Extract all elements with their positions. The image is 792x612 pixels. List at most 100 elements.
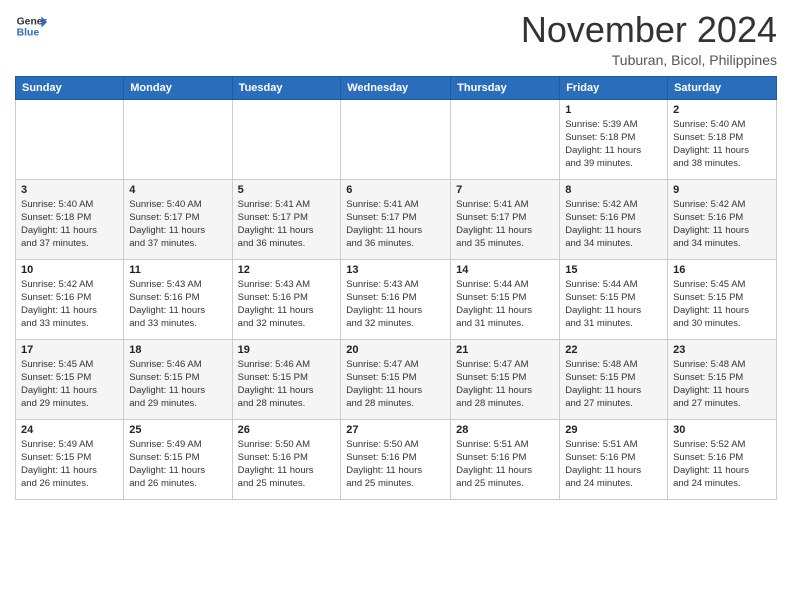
calendar-cell (341, 99, 451, 179)
day-info: Sunrise: 5:46 AM Sunset: 5:15 PM Dayligh… (129, 358, 226, 411)
day-info: Sunrise: 5:51 AM Sunset: 5:16 PM Dayligh… (565, 438, 662, 491)
week-row-5: 24 Sunrise: 5:49 AM Sunset: 5:15 PM Dayli… (16, 419, 777, 499)
calendar-cell: 15 Sunrise: 5:44 AM Sunset: 5:15 PM Dayli… (560, 259, 668, 339)
day-number: 25 (129, 424, 226, 436)
calendar-cell (232, 99, 341, 179)
day-number: 6 (346, 184, 445, 196)
week-row-1: 1 Sunrise: 5:39 AM Sunset: 5:18 PM Daylig… (16, 99, 777, 179)
calendar-cell: 13 Sunrise: 5:43 AM Sunset: 5:16 PM Dayli… (341, 259, 451, 339)
calendar-cell: 16 Sunrise: 5:45 AM Sunset: 5:15 PM Dayli… (668, 259, 777, 339)
day-number: 28 (456, 424, 554, 436)
calendar-cell: 1 Sunrise: 5:39 AM Sunset: 5:18 PM Daylig… (560, 99, 668, 179)
calendar-cell: 19Sunrise: 5:46 AM Sunset: 5:15 PM Dayli… (232, 339, 341, 419)
col-header-thursday: Thursday (451, 76, 560, 99)
calendar-cell (451, 99, 560, 179)
month-title: November 2024 (521, 10, 777, 50)
day-number: 20 (346, 344, 445, 356)
day-number: 19 (238, 344, 336, 356)
day-info: Sunrise: 5:43 AM Sunset: 5:16 PM Dayligh… (238, 278, 336, 331)
day-number: 3 (21, 184, 118, 196)
header: General Blue November 2024 Tuburan, Bico… (15, 10, 777, 68)
day-number: 7 (456, 184, 554, 196)
page: General Blue November 2024 Tuburan, Bico… (0, 0, 792, 612)
day-info: Sunrise: 5:40 AM Sunset: 5:17 PM Dayligh… (129, 198, 226, 251)
day-info: Sunrise: 5:41 AM Sunset: 5:17 PM Dayligh… (346, 198, 445, 251)
calendar-cell: 10 Sunrise: 5:42 AM Sunset: 5:16 PM Dayli… (16, 259, 124, 339)
day-number: 1 (565, 104, 662, 116)
logo-icon: General Blue (15, 10, 47, 42)
day-info: Sunrise: 5:48 AM Sunset: 5:15 PM Dayligh… (673, 358, 771, 411)
calendar-cell: 11Sunrise: 5:43 AM Sunset: 5:16 PM Dayli… (124, 259, 232, 339)
day-info: Sunrise: 5:42 AM Sunset: 5:16 PM Dayligh… (21, 278, 118, 331)
logo: General Blue (15, 10, 47, 42)
col-header-sunday: Sunday (16, 76, 124, 99)
day-number: 8 (565, 184, 662, 196)
calendar-cell: 18 Sunrise: 5:46 AM Sunset: 5:15 PM Dayli… (124, 339, 232, 419)
day-info: Sunrise: 5:43 AM Sunset: 5:16 PM Dayligh… (129, 278, 226, 331)
calendar-header-row: SundayMondayTuesdayWednesdayThursdayFrid… (16, 76, 777, 99)
day-number: 16 (673, 264, 771, 276)
calendar-cell: 17 Sunrise: 5:45 AM Sunset: 5:15 PM Dayli… (16, 339, 124, 419)
col-header-friday: Friday (560, 76, 668, 99)
day-info: Sunrise: 5:42 AM Sunset: 5:16 PM Dayligh… (673, 198, 771, 251)
day-info: Sunrise: 5:48 AM Sunset: 5:15 PM Dayligh… (565, 358, 662, 411)
day-number: 10 (21, 264, 118, 276)
day-number: 9 (673, 184, 771, 196)
day-info: Sunrise: 5:41 AM Sunset: 5:17 PM Dayligh… (456, 198, 554, 251)
day-number: 30 (673, 424, 771, 436)
calendar-cell: 20Sunrise: 5:47 AM Sunset: 5:15 PM Dayli… (341, 339, 451, 419)
calendar-cell: 28 Sunrise: 5:51 AM Sunset: 5:16 PM Dayli… (451, 419, 560, 499)
day-number: 27 (346, 424, 445, 436)
calendar-cell: 29Sunrise: 5:51 AM Sunset: 5:16 PM Dayli… (560, 419, 668, 499)
day-number: 12 (238, 264, 336, 276)
day-number: 26 (238, 424, 336, 436)
week-row-2: 3 Sunrise: 5:40 AM Sunset: 5:18 PM Daylig… (16, 179, 777, 259)
calendar-cell: 22Sunrise: 5:48 AM Sunset: 5:15 PM Dayli… (560, 339, 668, 419)
day-info: Sunrise: 5:40 AM Sunset: 5:18 PM Dayligh… (21, 198, 118, 251)
day-info: Sunrise: 5:41 AM Sunset: 5:17 PM Dayligh… (238, 198, 336, 251)
day-info: Sunrise: 5:43 AM Sunset: 5:16 PM Dayligh… (346, 278, 445, 331)
day-info: Sunrise: 5:50 AM Sunset: 5:16 PM Dayligh… (238, 438, 336, 491)
day-number: 4 (129, 184, 226, 196)
day-info: Sunrise: 5:44 AM Sunset: 5:15 PM Dayligh… (456, 278, 554, 331)
day-info: Sunrise: 5:42 AM Sunset: 5:16 PM Dayligh… (565, 198, 662, 251)
calendar-cell: 25 Sunrise: 5:49 AM Sunset: 5:15 PM Dayli… (124, 419, 232, 499)
calendar-cell: 5 Sunrise: 5:41 AM Sunset: 5:17 PM Daylig… (232, 179, 341, 259)
day-number: 13 (346, 264, 445, 276)
col-header-wednesday: Wednesday (341, 76, 451, 99)
day-number: 23 (673, 344, 771, 356)
day-info: Sunrise: 5:49 AM Sunset: 5:15 PM Dayligh… (21, 438, 118, 491)
day-number: 17 (21, 344, 118, 356)
calendar-cell: 8 Sunrise: 5:42 AM Sunset: 5:16 PM Daylig… (560, 179, 668, 259)
calendar-cell: 6 Sunrise: 5:41 AM Sunset: 5:17 PM Daylig… (341, 179, 451, 259)
day-info: Sunrise: 5:50 AM Sunset: 5:16 PM Dayligh… (346, 438, 445, 491)
col-header-tuesday: Tuesday (232, 76, 341, 99)
day-info: Sunrise: 5:49 AM Sunset: 5:15 PM Dayligh… (129, 438, 226, 491)
day-info: Sunrise: 5:45 AM Sunset: 5:15 PM Dayligh… (673, 278, 771, 331)
day-number: 14 (456, 264, 554, 276)
day-info: Sunrise: 5:45 AM Sunset: 5:15 PM Dayligh… (21, 358, 118, 411)
day-number: 24 (21, 424, 118, 436)
day-info: Sunrise: 5:47 AM Sunset: 5:15 PM Dayligh… (456, 358, 554, 411)
svg-text:Blue: Blue (17, 28, 40, 39)
day-info: Sunrise: 5:51 AM Sunset: 5:16 PM Dayligh… (456, 438, 554, 491)
location-subtitle: Tuburan, Bicol, Philippines (521, 52, 777, 68)
day-number: 5 (238, 184, 336, 196)
title-block: November 2024 Tuburan, Bicol, Philippine… (521, 10, 777, 68)
calendar-cell: 26 Sunrise: 5:50 AM Sunset: 5:16 PM Dayli… (232, 419, 341, 499)
day-number: 18 (129, 344, 226, 356)
day-number: 15 (565, 264, 662, 276)
day-info: Sunrise: 5:44 AM Sunset: 5:15 PM Dayligh… (565, 278, 662, 331)
calendar-cell: 7 Sunrise: 5:41 AM Sunset: 5:17 PM Daylig… (451, 179, 560, 259)
day-info: Sunrise: 5:40 AM Sunset: 5:18 PM Dayligh… (673, 118, 771, 171)
calendar-cell: 4 Sunrise: 5:40 AM Sunset: 5:17 PM Daylig… (124, 179, 232, 259)
week-row-3: 10 Sunrise: 5:42 AM Sunset: 5:16 PM Dayli… (16, 259, 777, 339)
calendar-cell: 24 Sunrise: 5:49 AM Sunset: 5:15 PM Dayli… (16, 419, 124, 499)
day-info: Sunrise: 5:52 AM Sunset: 5:16 PM Dayligh… (673, 438, 771, 491)
week-row-4: 17 Sunrise: 5:45 AM Sunset: 5:15 PM Dayli… (16, 339, 777, 419)
day-info: Sunrise: 5:39 AM Sunset: 5:18 PM Dayligh… (565, 118, 662, 171)
calendar-cell: 30 Sunrise: 5:52 AM Sunset: 5:16 PM Dayli… (668, 419, 777, 499)
calendar-cell (124, 99, 232, 179)
calendar-cell: 21Sunrise: 5:47 AM Sunset: 5:15 PM Dayli… (451, 339, 560, 419)
calendar-cell: 27 Sunrise: 5:50 AM Sunset: 5:16 PM Dayli… (341, 419, 451, 499)
